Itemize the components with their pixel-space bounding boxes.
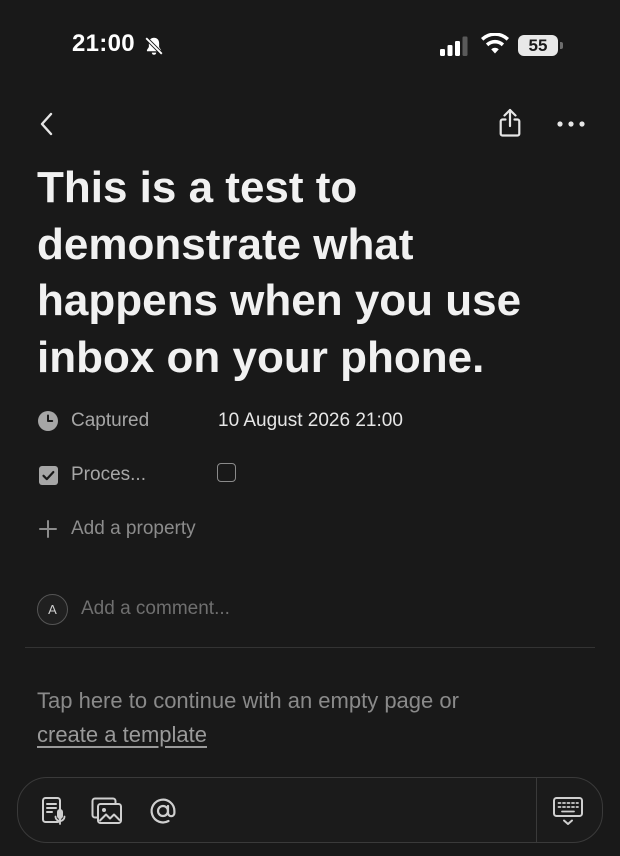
clock-icon <box>36 409 60 433</box>
mention-button[interactable] <box>146 794 180 828</box>
insert-image-button[interactable] <box>90 794 124 828</box>
create-template-link[interactable]: create a template <box>37 722 207 747</box>
status-time: 21:00 <box>72 30 135 57</box>
wifi-icon <box>481 32 509 60</box>
property-captured[interactable]: Captured 10 August 2026 21:00 <box>36 404 596 438</box>
add-property-label: Add a property <box>71 518 196 539</box>
processed-checkbox[interactable] <box>217 463 236 482</box>
at-mention-icon <box>150 798 176 824</box>
dictation-icon <box>42 797 66 825</box>
property-label: Captured <box>71 410 150 431</box>
empty-hint-text: Tap here to continue with an empty page … <box>37 688 459 713</box>
status-bar: 21:00 55 <box>0 0 620 92</box>
cellular-signal-icon <box>440 36 470 61</box>
add-property-button[interactable]: Add a property <box>36 512 596 546</box>
bell-slash-icon <box>143 35 165 62</box>
back-button[interactable] <box>32 108 62 140</box>
plus-icon <box>36 517 60 541</box>
keyboard-button[interactable] <box>551 794 585 828</box>
battery-level: 55 <box>528 35 548 55</box>
property-processed[interactable]: Proces... <box>36 458 596 492</box>
share-icon <box>499 108 521 137</box>
chevron-left-icon <box>40 112 53 136</box>
checkbox-icon <box>36 463 60 487</box>
avatar: A <box>37 593 68 625</box>
dictation-button[interactable] <box>37 794 71 828</box>
toolbar-separator <box>536 778 537 842</box>
property-value: 10 August 2026 21:00 <box>218 410 403 431</box>
property-label: Proces... <box>71 464 146 485</box>
page-title[interactable]: This is a test to demonstrate what happe… <box>37 160 597 386</box>
battery-icon: 55 <box>518 35 564 56</box>
keyboard-icon <box>553 797 583 825</box>
more-options-button[interactable] <box>553 110 589 138</box>
share-button[interactable] <box>494 106 526 140</box>
divider <box>25 647 595 648</box>
comment-row: A <box>37 592 577 626</box>
ellipsis-icon <box>557 121 585 127</box>
comment-input[interactable] <box>81 592 541 626</box>
image-icon <box>91 797 122 824</box>
bottom-toolbar <box>17 777 603 843</box>
empty-page-hint[interactable]: Tap here to continue with an empty page … <box>37 684 597 752</box>
